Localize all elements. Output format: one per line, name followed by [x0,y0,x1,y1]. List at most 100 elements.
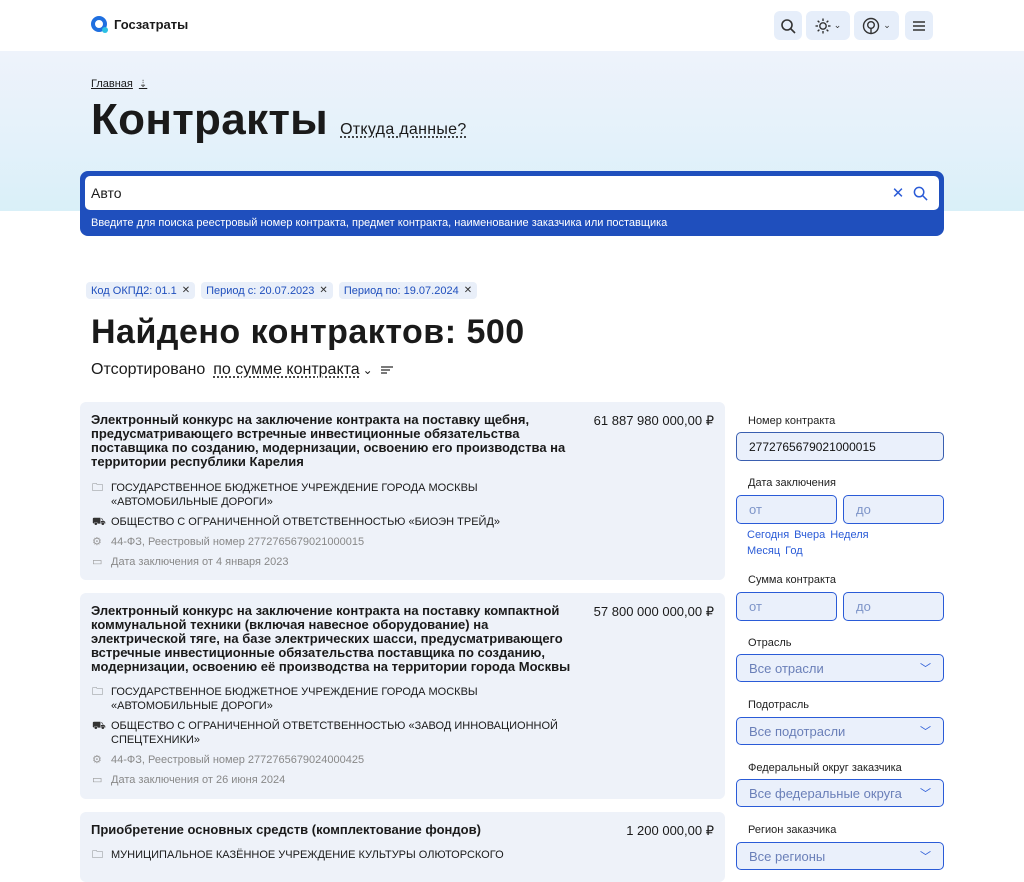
truck-icon: ⛟ [92,515,104,529]
industry-label: Отрасль [748,637,791,649]
remove-icon[interactable]: ✕ [319,285,327,296]
results-count: Найдено контрактов: 500 [91,313,525,352]
contract-date: Дата заключения от 4 января 2023 [111,555,289,569]
data-source-link[interactable]: Откуда данные? [340,121,467,139]
customer-row: 🗀 МУНИЦИПАЛЬНОЕ КАЗЁННОЕ УЧРЕЖДЕНИЕ КУЛЬТ… [92,848,582,862]
briefcase-icon: 🗀 [92,848,104,862]
contract-date: Дата заключения от 26 июня 2024 [111,773,285,787]
page-title-block: Контракты Откуда данные? [91,95,467,145]
subindustry-label: Подотрасль [748,699,809,711]
sum-label: Сумма контракта [748,574,836,586]
truck-icon: ⛟ [92,719,104,747]
date-row: ▭ Дата заключения от 26 июня 2024 [92,773,582,787]
subindustry-select[interactable]: Все подотрасли ﹀ [736,717,944,745]
registry-row: ⚙ 44-ФЗ, Реестровый номер 277276567902400… [92,753,582,767]
chip-label: Период с: 20.07.2023 [206,285,314,297]
law-icon: ⚙ [92,535,104,549]
remove-icon[interactable]: ✕ [182,285,190,296]
supplier-name[interactable]: ОБЩЕСТВО С ОГРАНИЧЕННОЙ ОТВЕТСТВЕННОСТЬЮ… [111,515,500,529]
contract-card[interactable]: Электронный конкурс на заключение контра… [80,593,725,799]
page-title: Контракты [91,95,328,145]
district-select[interactable]: Все федеральные округа ﹀ [736,779,944,807]
contract-title[interactable]: Электронный конкурс на заключение контра… [91,604,581,674]
date-to-input[interactable]: до [843,495,944,524]
sum-to-input[interactable]: до [843,592,944,621]
search-field[interactable]: Авто ✕ [85,176,939,210]
region-select[interactable]: Все регионы ﹀ [736,842,944,870]
search-icon [780,18,796,34]
quick-date-today[interactable]: Сегодня [747,529,789,541]
contract-sum: 61 887 980 000,00 ₽ [594,413,714,429]
registry-number: 44-ФЗ, Реестровый номер 2772765679024000… [111,753,364,767]
chevron-down-icon: ﹀ [920,848,931,864]
sort-order-icon[interactable] [381,365,393,375]
quick-date-links: Сегодня Вчера Неделя [747,529,874,541]
logo-icon [91,16,107,32]
sun-icon [815,18,831,34]
filter-chip[interactable]: Период с: 20.07.2023 ✕ [201,282,333,299]
region-value: Все регионы [749,849,825,864]
date-row: ▭ Дата заключения от 4 января 2023 [92,555,582,569]
clear-icon[interactable]: ✕ [887,182,909,204]
quick-date-yesterday[interactable]: Вчера [794,529,825,541]
date-from-input[interactable]: от [736,495,837,524]
remove-icon[interactable]: ✕ [464,285,472,296]
customer-name[interactable]: ГОСУДАРСТВЕННОЕ БЮДЖЕТНОЕ УЧРЕЖДЕНИЕ ГОР… [111,481,582,509]
contract-card[interactable]: Приобретение основных средств (комплекто… [80,812,725,882]
quick-date-week[interactable]: Неделя [830,529,868,541]
law-icon: ⚙ [92,753,104,767]
filter-chip[interactable]: Период по: 19.07.2024 ✕ [339,282,477,299]
breadcrumb-home[interactable]: Главная [91,78,133,90]
district-label: Федеральный округ заказчика [748,762,902,774]
accessibility-menu[interactable]: ⌄ [854,11,899,40]
subindustry-value: Все подотрасли [749,724,845,739]
chevron-down-icon: ⌄ [834,20,842,31]
contract-sum: 1 200 000,00 ₽ [626,823,714,839]
menu-button[interactable] [905,11,933,40]
chevron-down-icon[interactable]: ⌄ [363,363,373,377]
chip-label: Код ОКПД2: 01.1 [91,285,177,297]
calendar-icon: ▭ [92,555,104,569]
search-panel: Авто ✕ Введите для поиска реестровый ном… [80,171,944,236]
contract-number-input[interactable]: 2772765679021000015 [736,432,944,461]
theme-toggle[interactable]: ⌄ [806,11,850,40]
quick-date-links-2: Месяц Год [747,545,808,557]
filter-chip[interactable]: Код ОКПД2: 01.1 ✕ [86,282,195,299]
sum-from-input[interactable]: от [736,592,837,621]
quick-date-year[interactable]: Год [785,545,803,557]
industry-select[interactable]: Все отрасли ﹀ [736,654,944,682]
contract-card[interactable]: Электронный конкурс на заключение контра… [80,402,725,580]
top-bar: Госзатраты ⌄ ⌄ [0,0,1024,51]
contract-title[interactable]: Электронный конкурс на заключение контра… [91,413,581,469]
contract-number-label: Номер контракта [748,415,835,427]
customer-name[interactable]: ГОСУДАРСТВЕННОЕ БЮДЖЕТНОЕ УЧРЕЖДЕНИЕ ГОР… [111,685,582,713]
supplier-name[interactable]: ОБЩЕСТВО С ОГРАНИЧЕННОЙ ОТВЕТСТВЕННОСТЬЮ… [111,719,582,747]
sort-prefix: Отсортировано [91,361,205,379]
industry-value: Все отрасли [749,661,824,676]
district-value: Все федеральные округа [749,786,902,801]
chip-label: Период по: 19.07.2024 [344,285,459,297]
customer-name[interactable]: МУНИЦИПАЛЬНОЕ КАЗЁННОЕ УЧРЕЖДЕНИЕ КУЛЬТУ… [111,848,504,862]
app-name: Госзатраты [114,17,188,32]
sort-dropdown[interactable]: по сумме контракта [213,361,359,379]
briefcase-icon: 🗀 [92,481,104,509]
calendar-icon: ▭ [92,773,104,787]
chevron-down-icon: ⌄ [883,20,891,31]
contract-title[interactable]: Приобретение основных средств (комплекто… [91,823,581,837]
search-submit-icon[interactable] [909,182,931,204]
chevron-down-icon: ﹀ [920,723,931,739]
registry-row: ⚙ 44-ФЗ, Реестровый номер 277276567902100… [92,535,582,549]
accessibility-icon [862,17,880,35]
sort-control: Отсортировано по сумме контракта ⌄ [91,361,393,379]
search-button[interactable] [774,11,802,40]
pin-icon: ⇣ [139,79,147,90]
quick-date-month[interactable]: Месяц [747,545,780,557]
supplier-row: ⛟ ОБЩЕСТВО С ОГРАНИЧЕННОЙ ОТВЕТСТВЕННОСТЬ… [92,719,582,747]
contract-sum: 57 800 000 000,00 ₽ [594,604,714,620]
breadcrumb: Главная ⇣ [91,78,147,90]
search-input[interactable]: Авто [91,185,887,201]
app-logo[interactable]: Госзатраты [91,16,188,32]
date-label: Дата заключения [748,477,836,489]
region-label: Регион заказчика [748,824,836,836]
active-filters: Код ОКПД2: 01.1 ✕ Период с: 20.07.2023 ✕ П… [86,282,477,299]
